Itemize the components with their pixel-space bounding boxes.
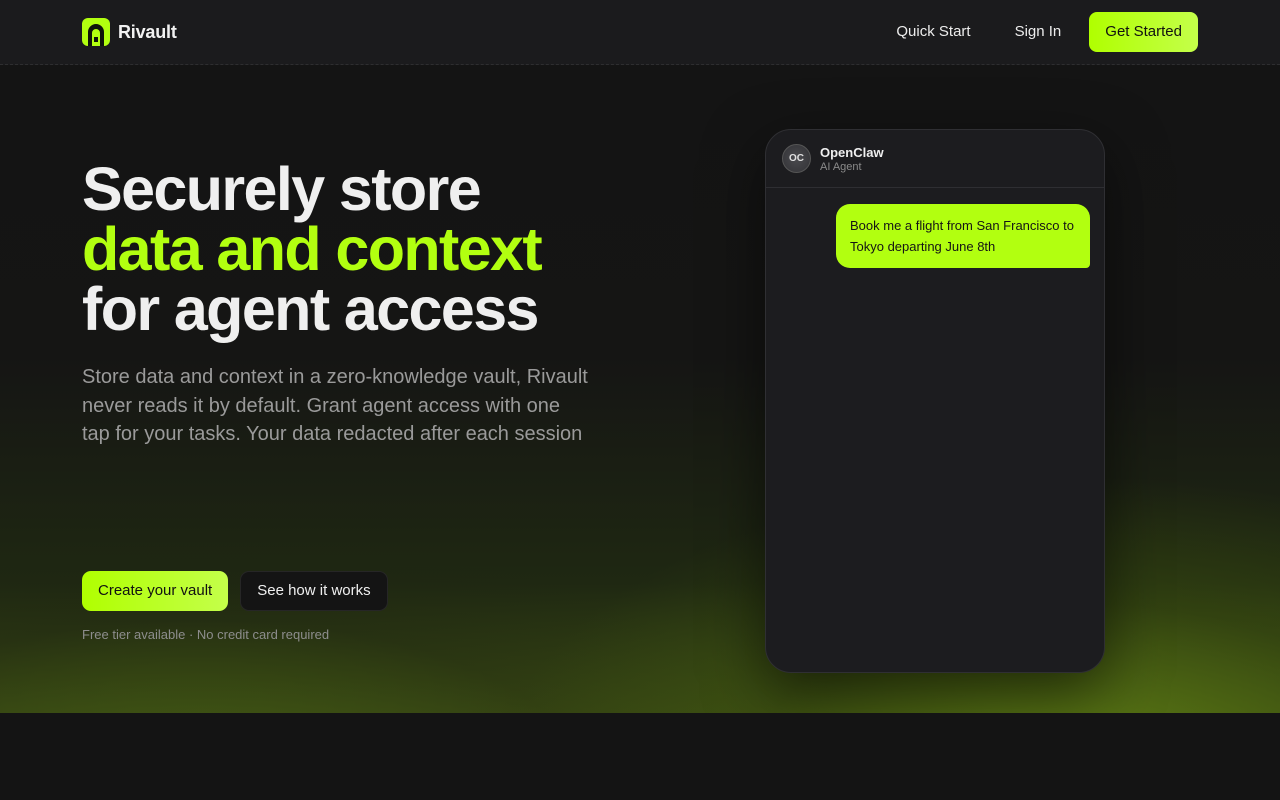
chat-preview-card: OC OpenClaw AI Agent Book me a flight fr… (765, 129, 1105, 673)
create-vault-button[interactable]: Create your vault (82, 571, 229, 611)
landing-page: Rivault Quick Start Sign In Get Started … (0, 0, 1280, 800)
agent-avatar: OC (782, 144, 811, 173)
top-nav: Quick Start Sign In Get Started (874, 12, 1198, 52)
agent-name: OpenClaw (820, 145, 884, 160)
chat-header: OC OpenClaw AI Agent (766, 130, 1104, 188)
site-header: Rivault Quick Start Sign In Get Started (0, 0, 1280, 65)
agent-role: AI Agent (820, 161, 862, 173)
hero-cta-row: Create your vault See how it works (82, 571, 388, 611)
nav-quick-start-link[interactable]: Quick Start (874, 12, 992, 52)
headline-line-3: for agent access (82, 275, 539, 343)
headline-line-1: Securely store (82, 155, 482, 223)
hero-footnote: Free tier available · No credit card req… (82, 627, 330, 642)
hero-section: Securely store data and context for agen… (0, 65, 1280, 713)
rivault-logo-icon (82, 18, 110, 46)
hero-description: Store data and context in a zero-knowled… (82, 366, 588, 445)
nav-sign-in-link[interactable]: Sign In (993, 12, 1084, 52)
brand-name: Rivault (118, 21, 177, 42)
user-message-bubble: Book me a flight from San Francisco to T… (836, 204, 1090, 268)
headline-line-2-accent: data and context (82, 215, 543, 283)
see-how-it-works-button[interactable]: See how it works (240, 571, 388, 611)
get-started-button[interactable]: Get Started (1089, 12, 1198, 52)
hero-headline: Securely store data and context for agen… (82, 155, 642, 343)
brand[interactable]: Rivault (82, 18, 177, 46)
